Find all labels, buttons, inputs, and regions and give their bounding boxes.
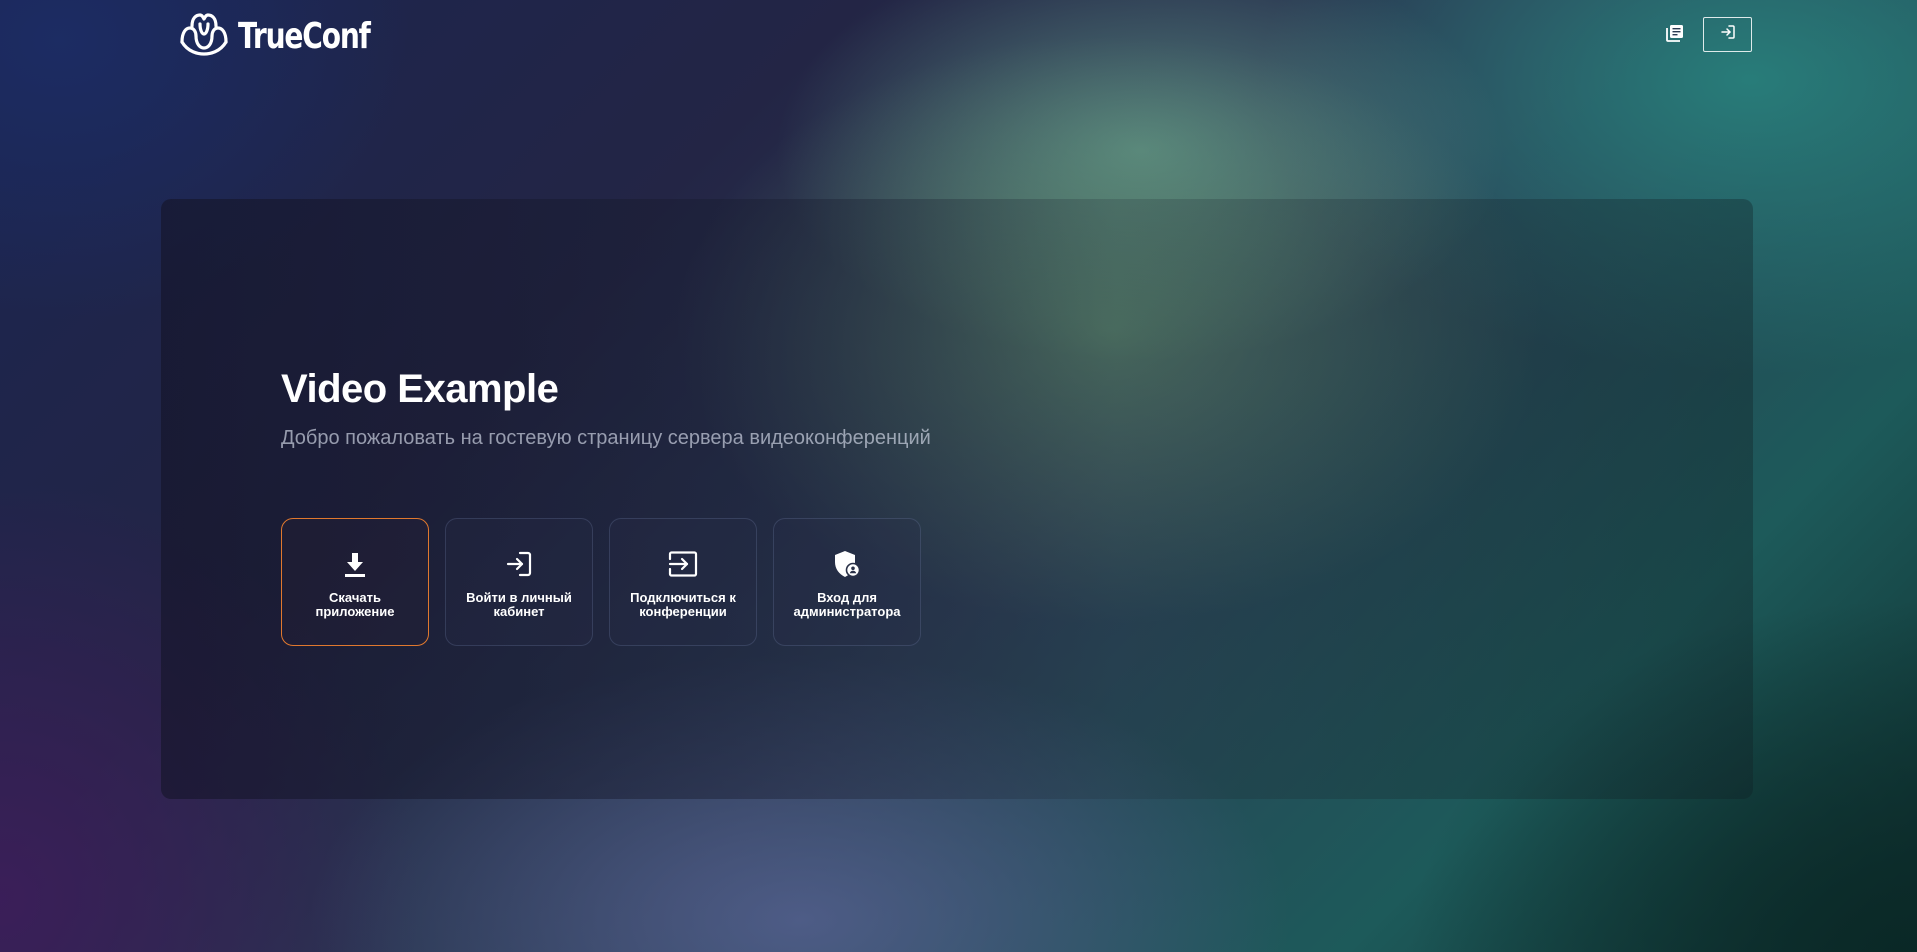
logo[interactable]: TrueConf xyxy=(178,12,407,61)
personal-account-button[interactable]: Войти в личный кабинет xyxy=(445,518,593,646)
page-subtitle: Добро пожаловать на гостевую страницу се… xyxy=(281,427,931,449)
join-conference-icon xyxy=(666,547,700,581)
action-label: Вход для администратора xyxy=(793,590,901,619)
join-conference-button[interactable]: Подключиться к конференции xyxy=(609,518,757,646)
trueconf-logo-icon xyxy=(178,12,230,61)
admin-login-button[interactable]: Вход для администратора xyxy=(773,518,921,646)
docs-button[interactable] xyxy=(1664,24,1686,46)
action-list: Скачать приложение Войти в личный кабине… xyxy=(281,518,921,646)
welcome-card: Video Example Добро пожаловать на гостев… xyxy=(161,199,1753,799)
logo-text: TrueConf xyxy=(238,15,371,57)
action-label: Подключиться к конференции xyxy=(630,590,736,619)
page-title: Video Example xyxy=(281,367,559,411)
docs-icon xyxy=(1666,24,1684,47)
action-label: Скачать приложение xyxy=(315,590,395,619)
login-icon xyxy=(1720,24,1736,45)
action-label: Войти в личный кабинет xyxy=(466,590,572,619)
header: TrueConf xyxy=(0,0,1917,72)
login-icon xyxy=(502,547,536,581)
admin-shield-icon xyxy=(830,547,864,581)
download-app-button[interactable]: Скачать приложение xyxy=(281,518,429,646)
download-icon xyxy=(338,547,372,581)
header-login-button[interactable] xyxy=(1703,17,1752,52)
